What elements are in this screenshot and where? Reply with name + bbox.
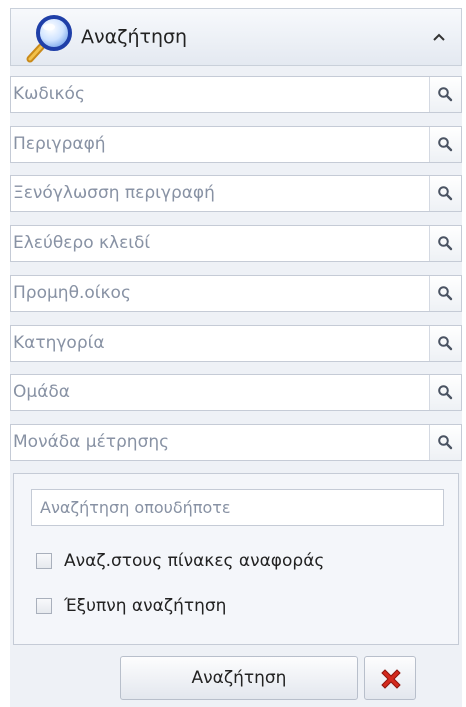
search-button[interactable]: Αναζήτηση — [120, 656, 358, 700]
red-x-icon — [381, 669, 401, 689]
code-field[interactable]: Κωδικός — [10, 76, 462, 113]
category-field[interactable]: Κατηγορία — [10, 325, 462, 362]
lookup-tables-checkbox[interactable]: Αναζ.στους πίνακες αναφοράς — [36, 550, 324, 572]
chevron-up-icon[interactable] — [429, 27, 449, 47]
search-panel: Αναζήτηση Κωδικός Περιγραφή Ξενόγλωσση π… — [0, 0, 466, 707]
search-icon — [438, 385, 453, 400]
search-anywhere-placeholder: Αναζήτηση οπουδήποτε — [40, 498, 231, 517]
checkbox-box[interactable] — [36, 553, 52, 569]
search-icon — [438, 236, 453, 251]
clear-button[interactable] — [364, 656, 416, 700]
supplier-field-label: Προμηθ.οίκος — [13, 283, 131, 303]
search-panel-header[interactable]: Αναζήτηση — [10, 8, 462, 66]
description-field[interactable]: Περιγραφή — [10, 126, 462, 163]
code-field-label: Κωδικός — [13, 84, 85, 104]
search-icon — [438, 87, 453, 102]
panel-title: Αναζήτηση — [81, 26, 188, 48]
category-search-button[interactable] — [429, 326, 461, 361]
unit-field-label: Μονάδα μέτρησης — [13, 432, 170, 452]
foreign-description-field[interactable]: Ξενόγλωσση περιγραφή — [10, 175, 462, 212]
search-icon — [438, 186, 453, 201]
group-field-label: Ομάδα — [13, 382, 71, 402]
unit-search-button[interactable] — [429, 425, 461, 460]
unit-field[interactable]: Μονάδα μέτρησης — [10, 424, 462, 461]
magnifier-icon — [26, 15, 72, 63]
free-key-field[interactable]: Ελεύθερο κλειδί — [10, 225, 462, 262]
supplier-search-button[interactable] — [429, 276, 461, 311]
search-icon — [438, 435, 453, 450]
smart-search-label: Έξυπνη αναζήτηση — [64, 596, 227, 616]
smart-search-checkbox[interactable]: Έξυπνη αναζήτηση — [36, 595, 226, 617]
description-search-button[interactable] — [429, 127, 461, 162]
free-key-search-button[interactable] — [429, 226, 461, 261]
group-search-button[interactable] — [429, 375, 461, 410]
search-icon — [438, 286, 453, 301]
search-anywhere-input[interactable]: Αναζήτηση οπουδήποτε — [31, 489, 444, 526]
foreign-description-field-label: Ξενόγλωσση περιγραφή — [13, 183, 215, 203]
search-options-group: Αναζήτηση οπουδήποτε Αναζ.στους πίνακες … — [13, 473, 459, 645]
free-key-field-label: Ελεύθερο κλειδί — [13, 233, 151, 253]
lookup-tables-label: Αναζ.στους πίνακες αναφοράς — [64, 551, 325, 571]
search-button-label: Αναζήτηση — [191, 668, 287, 688]
supplier-field[interactable]: Προμηθ.οίκος — [10, 275, 462, 312]
search-icon — [438, 336, 453, 351]
category-field-label: Κατηγορία — [13, 333, 105, 353]
code-search-button[interactable] — [429, 77, 461, 112]
search-icon — [438, 137, 453, 152]
foreign-description-search-button[interactable] — [429, 176, 461, 211]
group-field[interactable]: Ομάδα — [10, 374, 462, 411]
description-field-label: Περιγραφή — [13, 134, 106, 154]
checkbox-box[interactable] — [36, 598, 52, 614]
